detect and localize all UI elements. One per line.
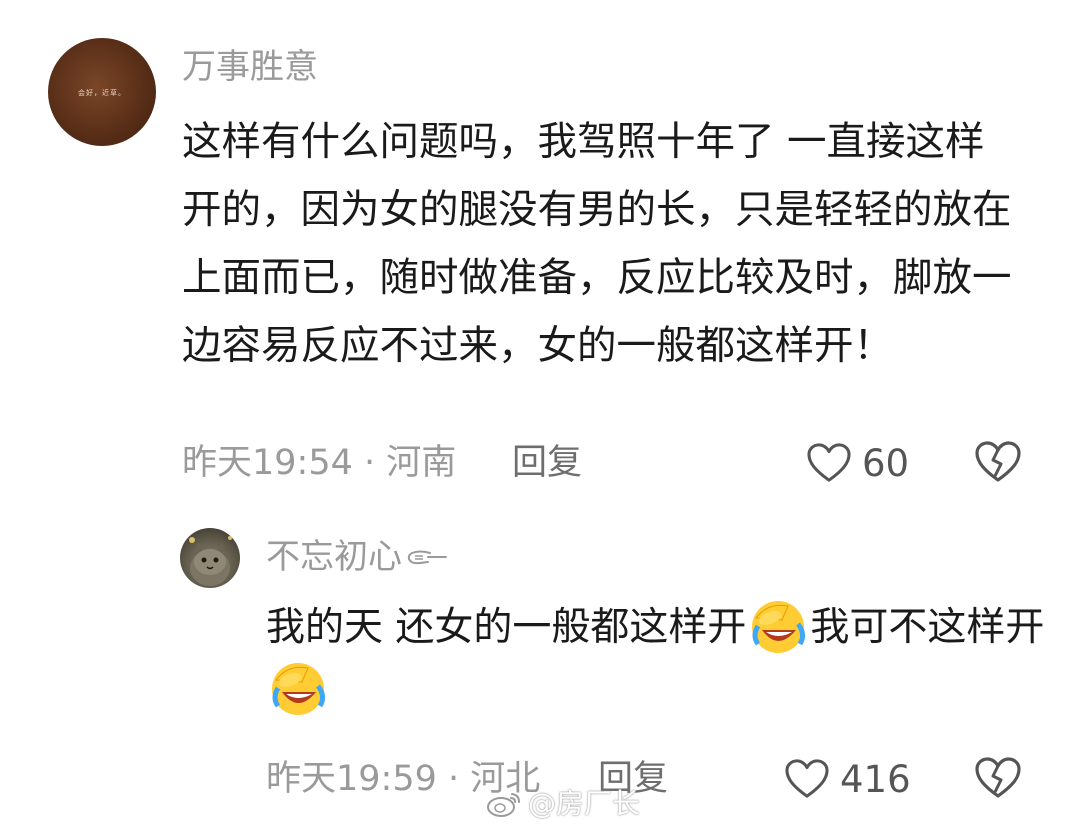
avatar[interactable]: 会好，近草。 xyxy=(48,38,156,146)
broken-heart-icon[interactable] xyxy=(974,756,1022,800)
comment-content: 我的天 还女的一般都这样开 我可不这样开 xyxy=(266,597,1046,721)
weibo-logo-icon xyxy=(487,793,520,817)
like-button[interactable]: 60 xyxy=(806,442,909,484)
comment-content: 这样有什么问题吗，我驾照十年了 一直接这样开的，因为女的腿没有男的长，只是轻轻的… xyxy=(182,119,1012,369)
heart-icon xyxy=(784,758,830,800)
laugh-cry-emoji-icon xyxy=(748,596,808,656)
broken-heart-icon[interactable] xyxy=(974,440,1022,484)
like-button[interactable]: 416 xyxy=(784,758,911,800)
comment-meta: 昨天19:54 · 河南 xyxy=(182,443,457,483)
like-count: 416 xyxy=(840,757,911,801)
laugh-cry-emoji-icon xyxy=(268,658,328,718)
cat-avatar-icon xyxy=(189,536,232,586)
watermark: @房厂长 xyxy=(486,790,640,818)
like-count: 60 xyxy=(862,441,910,485)
comment-username[interactable]: 万事胜意 xyxy=(182,50,318,84)
username-text: 不忘初心 xyxy=(266,537,402,577)
reply-button[interactable]: 回复 xyxy=(512,446,582,481)
pointing-hand-icon xyxy=(407,550,447,565)
comment-username[interactable]: 不忘初心 xyxy=(266,540,448,574)
comment-text-part1: 我的天 还女的一般都这样开 xyxy=(266,605,747,650)
avatar-text: 会好，近草。 xyxy=(78,89,126,97)
heart-icon xyxy=(806,442,852,484)
watermark-text: @房厂长 xyxy=(528,787,641,820)
comment-text-part2: 我可不这样开 xyxy=(810,605,1045,650)
avatar[interactable] xyxy=(180,528,240,588)
